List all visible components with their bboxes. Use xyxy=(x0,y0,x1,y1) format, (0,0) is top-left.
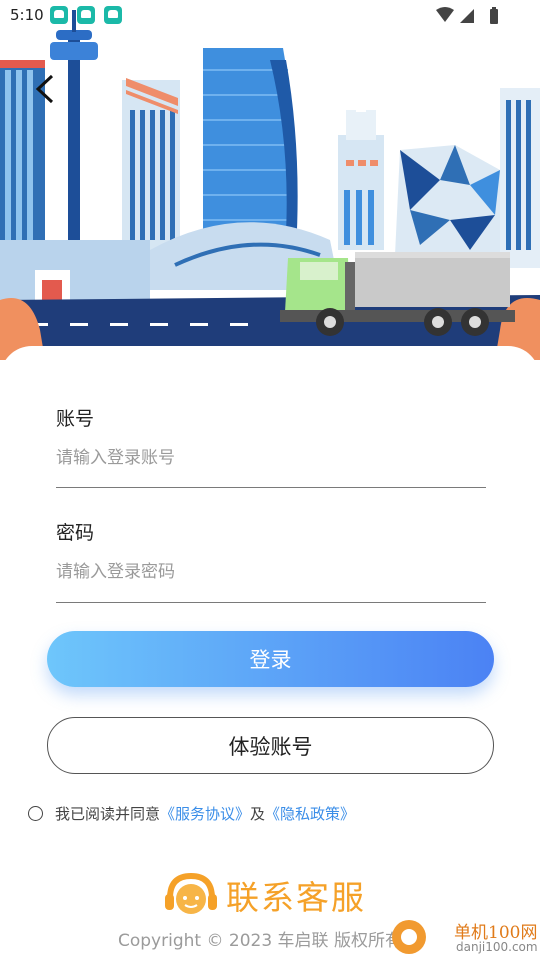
signal-icon xyxy=(460,9,474,23)
watermark-url: danji100.com xyxy=(456,940,538,954)
account-label: 账号 xyxy=(56,408,95,430)
watermark: 单机100网 danji100.com xyxy=(392,916,540,960)
password-input[interactable] xyxy=(56,552,486,592)
account-underline xyxy=(56,487,486,488)
privacy-policy-link[interactable]: 《隐私政策》 xyxy=(265,803,355,824)
login-button[interactable]: 登录 xyxy=(47,631,494,687)
login-card: 账号 密码 登录 体验账号 我已阅读并同意 《服务协议》 及 《隐私政策》 联系… xyxy=(0,346,540,960)
headset-icon xyxy=(165,872,217,914)
agreement-radio[interactable] xyxy=(28,805,43,821)
copyright-text: Copyright © 2023 车启联 版权所有 xyxy=(118,931,402,951)
notification-app-icon xyxy=(77,6,95,24)
password-label: 密码 xyxy=(56,522,95,544)
service-agreement-link[interactable]: 《服务协议》 xyxy=(160,803,250,824)
city-truck-illustration xyxy=(0,10,540,360)
agreement-prefix: 我已阅读并同意 xyxy=(55,804,161,823)
status-bar: 5:10 xyxy=(0,0,540,32)
notification-app-icon xyxy=(104,6,122,24)
back-arrow-icon[interactable] xyxy=(30,72,62,106)
status-time: 5:10 xyxy=(10,6,44,24)
support-label: 联系客服 xyxy=(226,878,366,917)
agreement-and: 及 xyxy=(250,804,266,823)
trial-account-button[interactable]: 体验账号 xyxy=(47,717,494,774)
hero-illustration xyxy=(0,0,540,360)
watermark-logo-icon xyxy=(392,920,426,954)
contact-support[interactable]: 联系客服 xyxy=(162,871,366,919)
agreement-row: 我已阅读并同意 《服务协议》 及 《隐私政策》 xyxy=(28,802,355,824)
status-icons xyxy=(436,7,498,24)
password-underline xyxy=(56,602,486,603)
account-input[interactable] xyxy=(56,438,486,478)
wifi-icon xyxy=(436,7,454,22)
notification-app-icon xyxy=(50,6,68,24)
battery-icon xyxy=(490,9,498,24)
